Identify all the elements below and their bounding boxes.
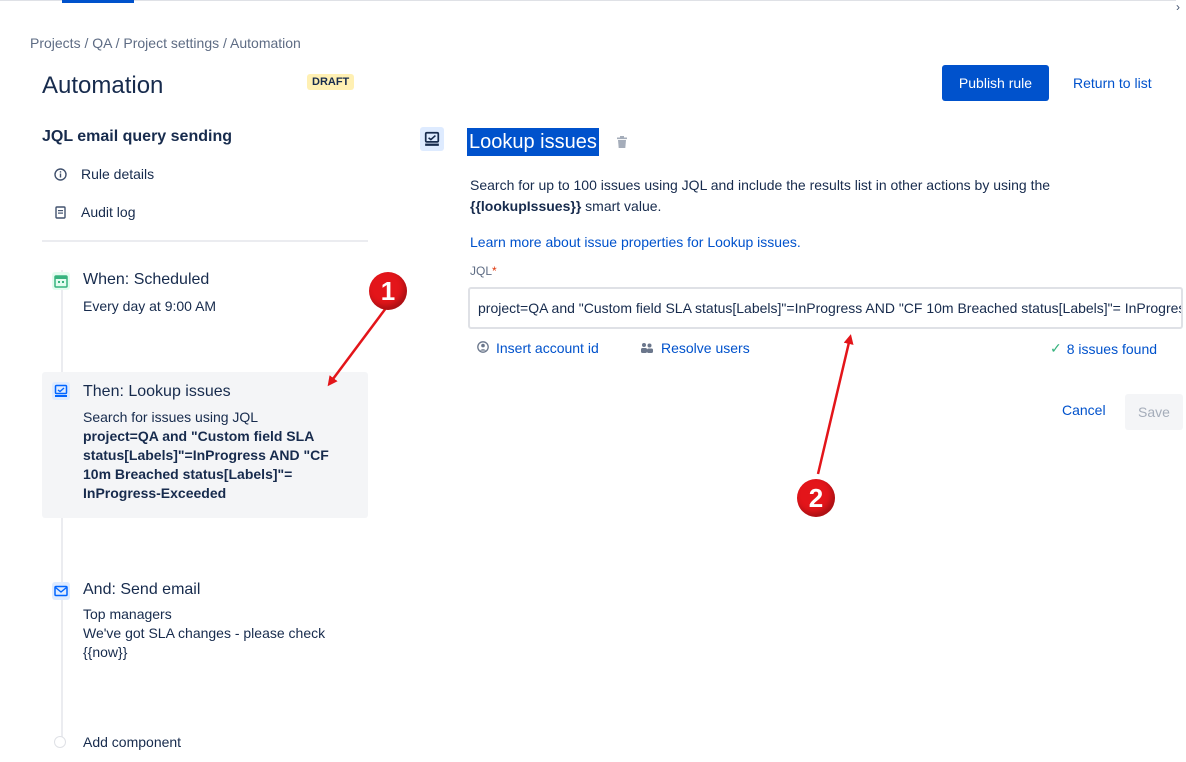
arrow-to-step (327, 307, 388, 387)
annotation-marker-1: 1 (369, 272, 407, 310)
annotation-arrows (327, 307, 854, 475)
arrow-to-jql (816, 334, 854, 475)
annotation-marker-2: 2 (797, 479, 835, 517)
